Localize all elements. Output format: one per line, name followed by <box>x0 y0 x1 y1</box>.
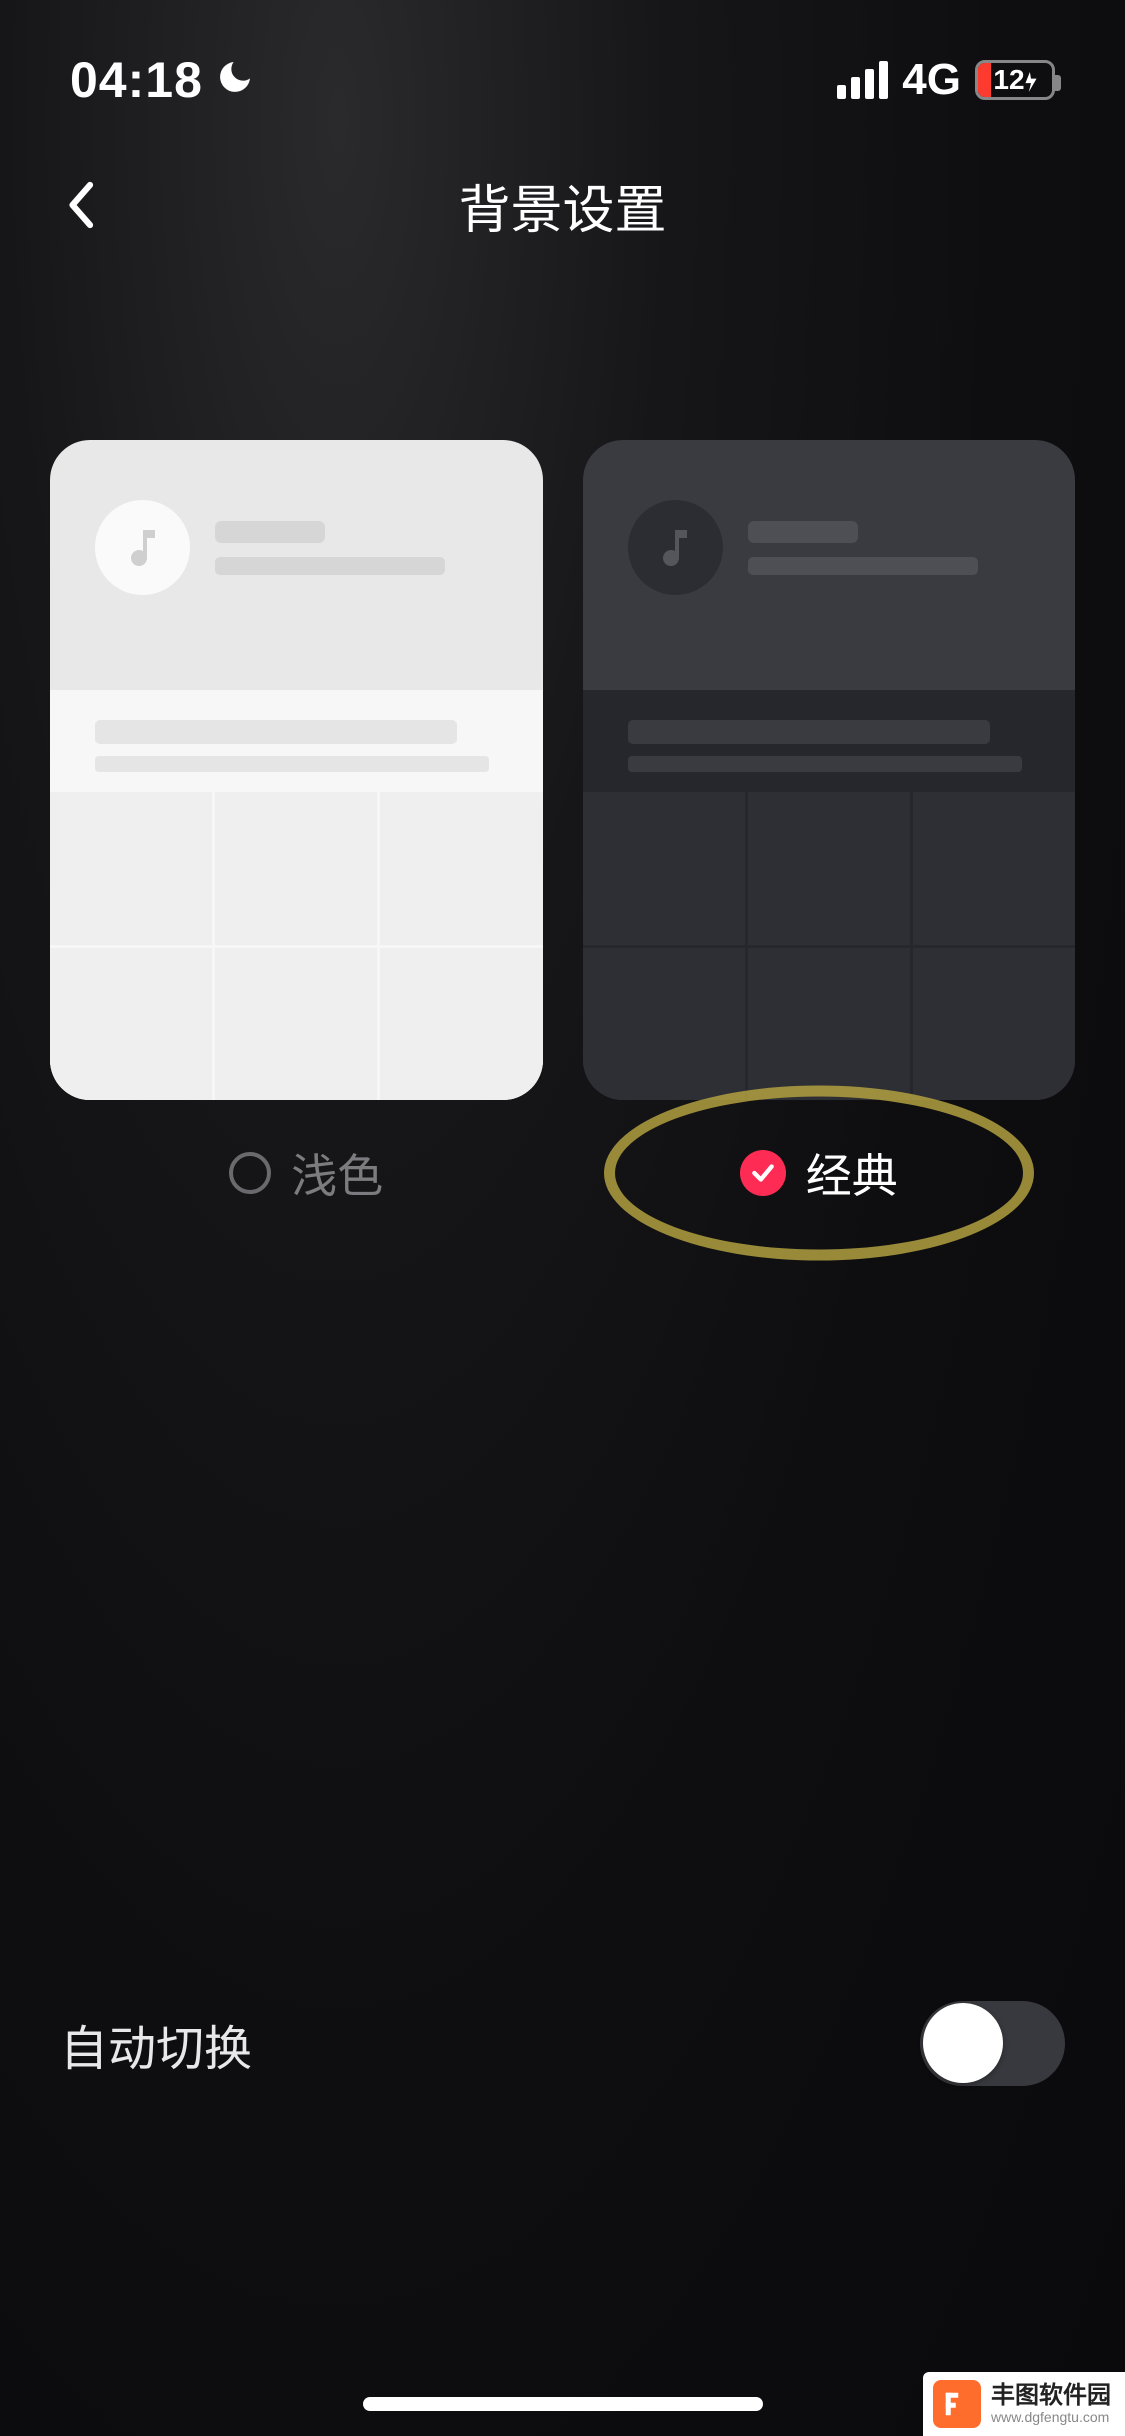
watermark: 丰图软件园 www.dgfengtu.com <box>923 2372 1125 2436</box>
music-note-icon <box>95 500 190 595</box>
theme-options <box>0 280 1125 1100</box>
music-note-icon <box>628 500 723 595</box>
auto-switch-label: 自动切换 <box>60 2009 252 2079</box>
radio-unchecked-icon <box>229 1152 271 1194</box>
choice-label-light: 浅色 <box>291 1140 383 1206</box>
nav-bar: 背景设置 <box>0 130 1125 280</box>
theme-choice-dark[interactable]: 经典 <box>563 1140 1076 1206</box>
radio-checked-icon <box>740 1150 786 1196</box>
watermark-url: www.dgfengtu.com <box>991 2410 1111 2425</box>
theme-choice-light[interactable]: 浅色 <box>50 1140 563 1206</box>
moon-icon <box>215 51 255 109</box>
page-title: 背景设置 <box>0 168 1125 243</box>
home-indicator[interactable] <box>363 2397 763 2411</box>
status-right: 4G 12 <box>837 55 1055 105</box>
back-button[interactable] <box>50 175 110 235</box>
status-bar: 04:18 4G 12 <box>0 0 1125 130</box>
auto-switch-row: 自动切换 <box>0 2001 1125 2086</box>
signal-icon <box>837 61 888 99</box>
status-left: 04:18 <box>70 51 255 109</box>
theme-preview-dark[interactable] <box>583 440 1076 1100</box>
battery-icon: 12 <box>975 60 1055 100</box>
choice-label-dark: 经典 <box>806 1140 898 1206</box>
network-label: 4G <box>902 55 961 105</box>
toggle-knob <box>923 2003 1003 2083</box>
auto-switch-toggle[interactable] <box>920 2001 1065 2086</box>
watermark-name: 丰图软件园 <box>991 2383 1111 2409</box>
theme-preview-light[interactable] <box>50 440 543 1100</box>
status-time: 04:18 <box>70 51 203 109</box>
theme-choice-row: 浅色 经典 <box>0 1100 1125 1206</box>
watermark-logo-icon <box>933 2380 981 2428</box>
